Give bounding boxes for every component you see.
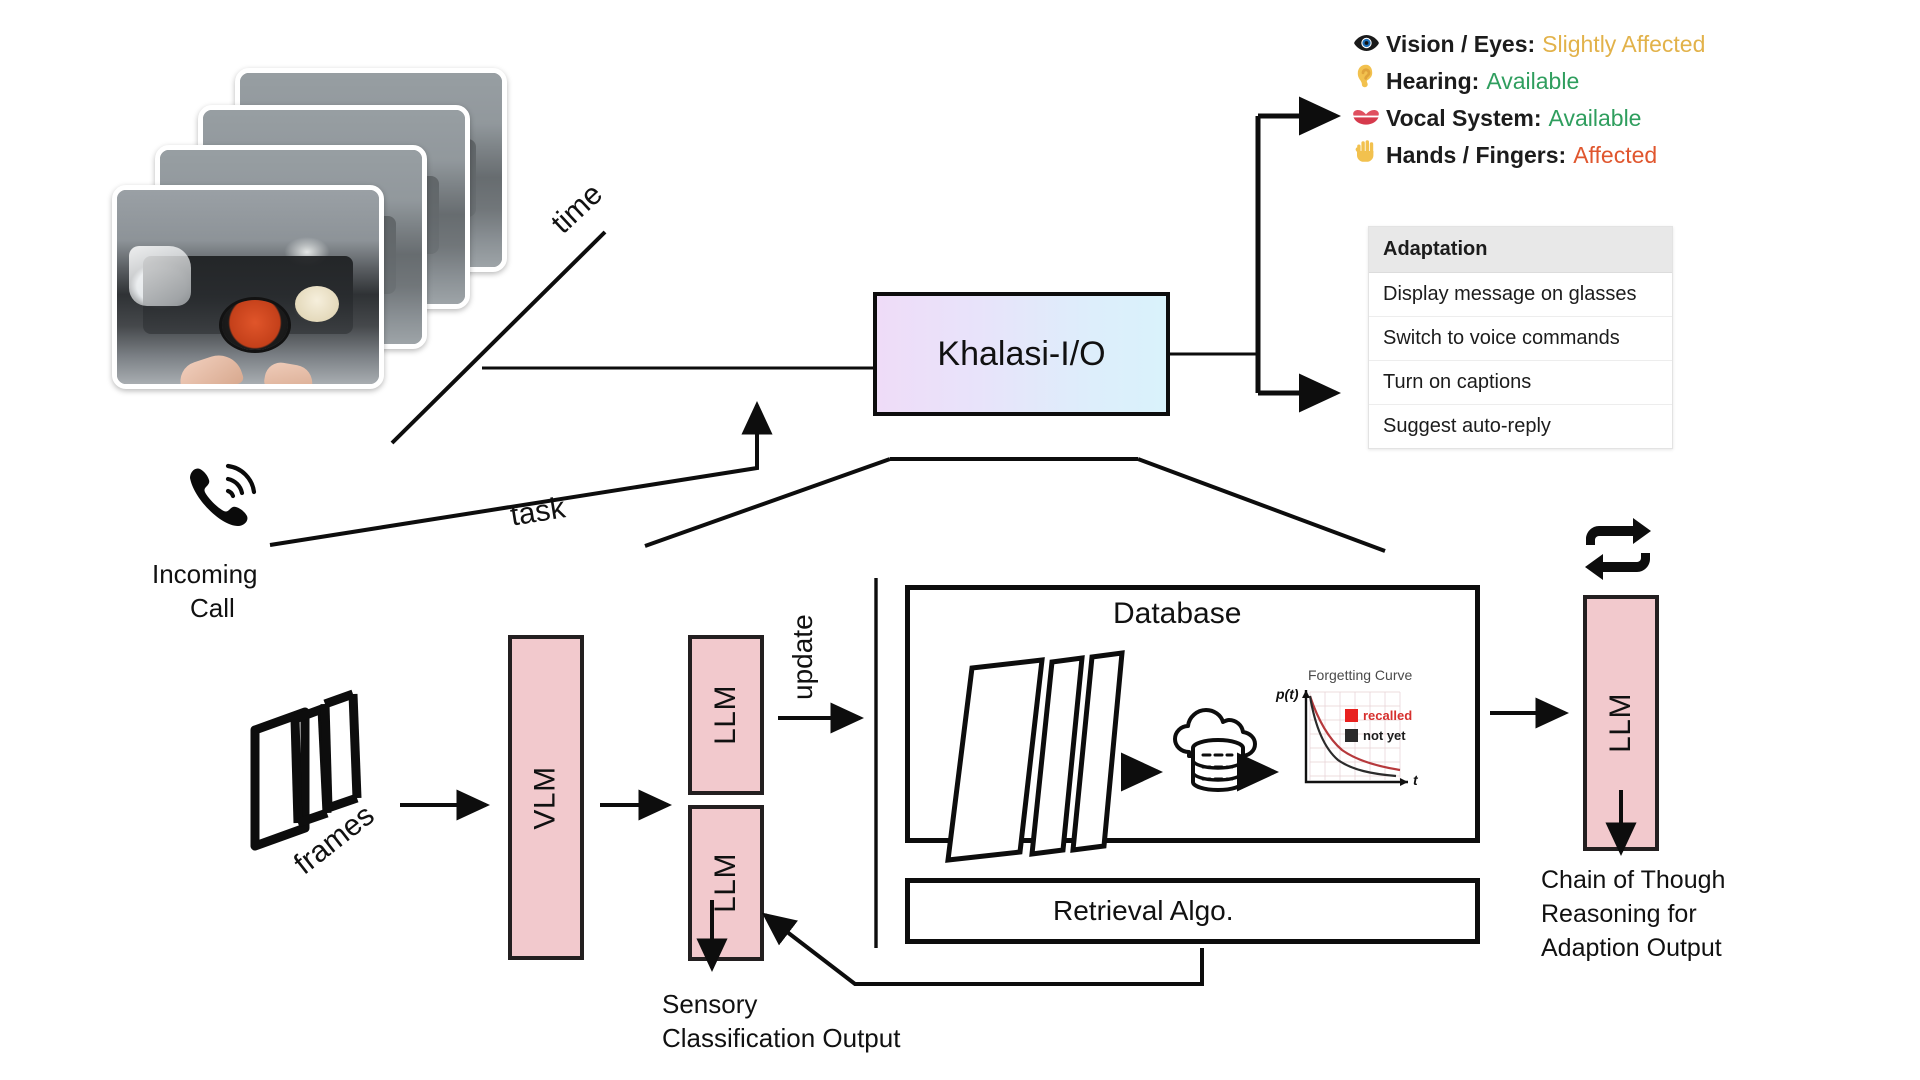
- sensory-value-vision: Slightly Affected: [1542, 31, 1706, 57]
- legend-swatch-recalled: [1345, 709, 1358, 722]
- adaptation-table-header: Adaptation: [1369, 227, 1672, 273]
- eye-icon: [1352, 26, 1380, 63]
- incoming-call-label-line2: Call: [190, 593, 235, 623]
- sensory-separator-vision: :: [1527, 31, 1536, 57]
- sensory-name-hearing: Hearing: [1386, 68, 1472, 94]
- llm-update-label: LLM: [708, 685, 742, 745]
- sensory-value-vocal: Available: [1548, 105, 1642, 131]
- hand-icon: [1352, 137, 1380, 174]
- incoming-call-icon: [178, 458, 262, 547]
- cot-output-line1: Chain of Though: [1541, 866, 1726, 894]
- cot-output-line3: Adaption Output: [1541, 934, 1722, 962]
- forgetting-curve-legend-notyet: not yet: [1345, 728, 1406, 743]
- adaptation-row-1[interactable]: Switch to voice commands: [1369, 317, 1672, 361]
- llm-cot-label: LLM: [1603, 693, 1637, 753]
- khalasi-left-branch: [644, 457, 891, 548]
- y-axis-arrowhead: [1302, 690, 1310, 698]
- adaptation-row-2[interactable]: Turn on captions: [1369, 361, 1672, 405]
- task-label: task: [508, 491, 568, 533]
- x-axis-arrowhead: [1400, 778, 1408, 786]
- forgetting-curve-chart: Forgetting Curve p(t) t recalled not yet: [1276, 660, 1460, 800]
- sensory-value-hands: Affected: [1573, 142, 1658, 168]
- legend-label-recalled: recalled: [1363, 708, 1413, 723]
- sensory-status-row-hearing: Hearing: Available: [1352, 63, 1872, 100]
- cot-output-line2: Reasoning for: [1541, 900, 1697, 928]
- time-axis-label: time: [545, 177, 609, 241]
- llm-update-module[interactable]: LLM: [688, 635, 764, 795]
- khalasi-right-branch: [1137, 457, 1386, 553]
- llm-cot-module[interactable]: LLM: [1583, 595, 1659, 851]
- adaptation-row-3[interactable]: Suggest auto-reply: [1369, 405, 1672, 448]
- sensory-value-hearing: Available: [1486, 68, 1580, 94]
- sensory-status-row-vision: Vision / Eyes: Slightly Affected: [1352, 26, 1872, 63]
- sensory-separator-vocal: :: [1533, 105, 1542, 131]
- forgetting-curve-xlabel: t: [1413, 772, 1418, 788]
- forgetting-curve-legend-recalled: recalled: [1345, 708, 1412, 723]
- sensory-output-line1: Sensory: [662, 989, 758, 1019]
- vlm-module[interactable]: VLM: [508, 635, 584, 960]
- adaptation-table: Adaptation Display message on glasses Sw…: [1368, 226, 1673, 449]
- frames-label: frames: [288, 798, 381, 882]
- adaptation-row-0[interactable]: Display message on glasses: [1369, 273, 1672, 317]
- sensory-name-vision: Vision / Eyes: [1386, 31, 1528, 57]
- khalasi-io-node[interactable]: Khalasi-I/O: [873, 292, 1170, 416]
- sensory-status-row-vocal: Vocal System: Available: [1352, 100, 1872, 137]
- video-frame-1: [112, 185, 384, 389]
- sensory-name-hands: Hands / Fingers: [1386, 142, 1559, 168]
- update-label: update: [787, 614, 818, 700]
- llm-sensory-module[interactable]: LLM: [688, 805, 764, 961]
- diagram-canvas: time task update frames Relevance Filter…: [0, 0, 1920, 1080]
- llm-sensory-label: LLM: [708, 853, 742, 913]
- legend-swatch-not-yet: [1345, 729, 1358, 742]
- forgetting-curve-title: Forgetting Curve: [1308, 667, 1413, 683]
- sensory-name-vocal: Vocal System: [1386, 105, 1534, 131]
- ear-icon: [1352, 63, 1380, 100]
- incoming-call-label-line1: Incoming: [152, 559, 258, 589]
- sensory-status-row-hands: Hands / Fingers: Affected: [1352, 137, 1872, 174]
- forgetting-curve-ylabel: p(t): [1276, 686, 1299, 702]
- database-title: Database: [1113, 597, 1242, 630]
- sensory-separator-hands: :: [1558, 142, 1567, 168]
- retrieval-algo-label: Retrieval Algo.: [1053, 895, 1234, 926]
- cloud-database-icon: [1163, 700, 1273, 805]
- sensory-status-list: Vision / Eyes: Slightly Affected Hearing…: [1352, 26, 1872, 174]
- khalasi-io-label: Khalasi-I/O: [937, 334, 1106, 373]
- sensory-output-line2: Classification Output: [662, 1023, 901, 1053]
- vlm-label: VLM: [529, 765, 562, 830]
- sensory-separator-hearing: :: [1471, 68, 1480, 94]
- repeat-loop-icon: [1570, 515, 1666, 588]
- legend-label-not-yet: not yet: [1363, 728, 1406, 743]
- lips-icon: [1352, 100, 1380, 137]
